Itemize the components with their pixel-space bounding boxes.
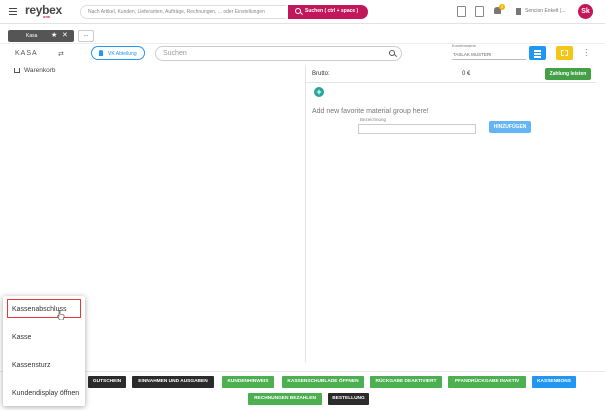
fullscreen-button[interactable]	[556, 46, 573, 60]
tab-kasa-label: Kasa	[26, 33, 38, 39]
divider	[0, 43, 605, 44]
product-search-input[interactable]: Suchen	[155, 46, 402, 61]
search-icon[interactable]	[389, 50, 395, 56]
clipboard-icon[interactable]	[457, 6, 466, 17]
favorite-hint: Add new favorite material group here!	[312, 108, 429, 115]
swap-icon[interactable]: ⇄	[58, 50, 64, 58]
notification-badge: 3	[499, 4, 505, 10]
search-icon	[295, 8, 301, 14]
tab-more-button[interactable]: ...	[78, 30, 94, 42]
menu-item-kundendisplay[interactable]: Kundendisplay öffnen	[3, 383, 85, 405]
global-search-button[interactable]: Suchen ( ctrl + space )	[288, 5, 368, 19]
copy-icon[interactable]	[475, 6, 484, 17]
hinzufuegen-button[interactable]: HINZUFÜGEN	[489, 121, 531, 133]
bezeichnung-label: Bezeichnung	[360, 117, 387, 122]
fullscreen-icon	[561, 50, 568, 56]
kundenhinweis-button[interactable]: KUNDENHINWEIS	[222, 376, 274, 388]
tab-kasa[interactable]: Kasa ★ ✕	[8, 30, 74, 42]
customer-search-button[interactable]	[529, 46, 546, 60]
top-header: reybex one Nach Artikel, Kunden, Liefera…	[0, 0, 605, 24]
star-icon[interactable]: ★	[51, 31, 57, 39]
page-title: KASA	[15, 50, 38, 57]
menu-item-kassenabschluss[interactable]: Kassenabschluss	[3, 299, 85, 321]
rueckgabe-button[interactable]: RÜCKGABE DEAKTIVIERT	[370, 376, 442, 388]
cart-icon	[14, 68, 20, 73]
more-options-icon[interactable]: · · ·	[585, 46, 588, 60]
menu-icon[interactable]	[9, 8, 17, 15]
kassenschublade-button[interactable]: KASSENSCHUBLADE ÖFFNEN	[282, 376, 364, 388]
user-name[interactable]: Sencion Enkelt (...	[525, 8, 566, 14]
rechnungen-bezahlen-button[interactable]: RECHNUNGEN BEZAHLEN	[248, 393, 322, 405]
vk-abteilung-button[interactable]: VK Abteilung	[91, 46, 145, 60]
bezeichnung-field[interactable]	[358, 124, 476, 134]
zahlung-leisten-button[interactable]: Zahlung leisten	[545, 68, 591, 80]
close-icon[interactable]: ✕	[62, 31, 68, 39]
kundenname-label: Kundenname	[452, 43, 476, 48]
vk-abteilung-label: VK Abteilung	[108, 51, 137, 57]
kundenname-field[interactable]: TASLAK MUSTERI	[452, 50, 526, 60]
pfandrueckgabe-button[interactable]: PFANDRÜCKGABE INAKTIV	[448, 376, 526, 388]
person-icon	[99, 50, 103, 56]
gutschein-button[interactable]: GUTSCHEIN	[88, 376, 126, 388]
kassenbons-button[interactable]: KASSENBONS	[532, 376, 576, 388]
brutto-value: 0 €	[462, 71, 471, 77]
cart-label: Warenkorb	[24, 67, 56, 74]
kasse-popup-menu: Kassenabschluss Kasse Kassensturz Kunden…	[3, 296, 85, 406]
summary-panel: Brutto: 0 € Zahlung leisten + Add new fa…	[305, 66, 596, 362]
brutto-row: Brutto: 0 € Zahlung leisten	[306, 66, 596, 83]
divider	[0, 371, 605, 372]
cart-header: Warenkorb	[14, 67, 56, 74]
product-search-placeholder: Suchen	[163, 50, 187, 57]
brutto-label: Brutto:	[312, 71, 330, 77]
global-search-input[interactable]: Nach Artikel, Kunden, Lieferanten, Auftr…	[80, 5, 286, 19]
notifications-button[interactable]: 3	[494, 4, 505, 15]
avatar[interactable]: Sk	[578, 4, 593, 19]
hand-cursor-icon	[57, 310, 65, 320]
building-icon	[516, 8, 521, 15]
menu-item-kasse[interactable]: Kasse	[3, 327, 85, 349]
menu-item-kassensturz[interactable]: Kassensturz	[3, 355, 85, 377]
bestellung-button[interactable]: BESTELLUNG	[328, 393, 369, 405]
global-search-button-label: Suchen ( ctrl + space )	[305, 8, 359, 14]
einnahmen-ausgaben-button[interactable]: EINNAHMEN UND AUSGABEN	[132, 376, 214, 388]
app-logo-sub: one	[43, 14, 51, 19]
add-icon[interactable]: +	[314, 87, 324, 97]
